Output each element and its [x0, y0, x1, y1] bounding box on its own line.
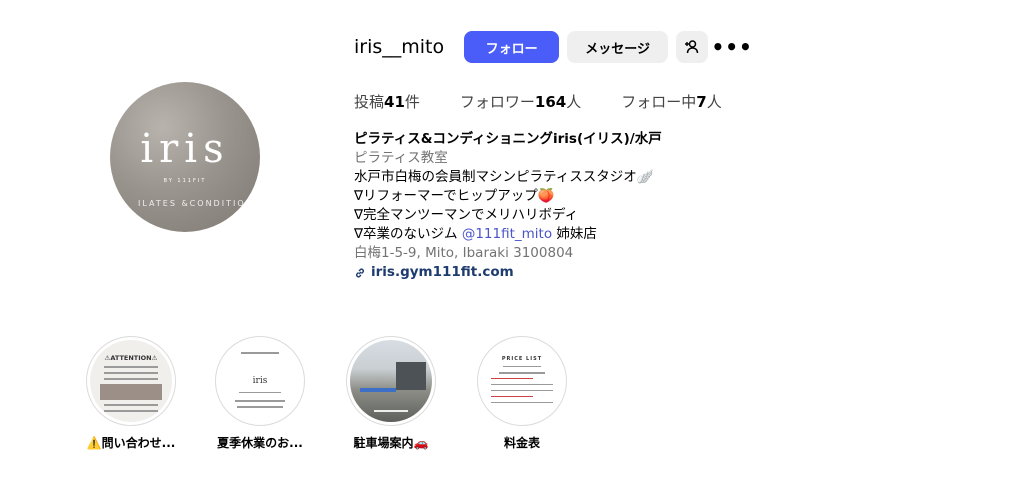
suggested-users-button[interactable]	[676, 31, 709, 63]
avatar-brand-text: iris	[140, 126, 230, 172]
followers-prefix: フォロワー	[459, 93, 535, 111]
bio-line-3: ∇完全マンツーマンでメリハリボディ	[354, 207, 579, 223]
highlight-label: 駐車場案内🚗	[353, 436, 429, 450]
highlight-cover: ⚠ATTENTION⚠	[90, 340, 172, 422]
highlight-cover-text: iris	[252, 376, 268, 386]
username: iris__mito	[354, 36, 445, 58]
followers-count: 164	[534, 93, 567, 111]
profile-avatar[interactable]: iris BY 111FIT ILATES &CONDITIONIN	[110, 82, 260, 232]
website-link-text: iris.gym111fit.com	[371, 264, 514, 280]
mention-link[interactable]: @111fit_mito	[462, 226, 552, 242]
highlight-cover: iris	[219, 340, 301, 422]
highlight-label: 夏季休業のお...	[217, 436, 303, 450]
add-person-icon	[685, 40, 699, 54]
highlight-item[interactable]: 駐車場案内🚗	[344, 336, 438, 451]
posts-count: 41	[384, 93, 405, 111]
highlight-cover-text: ⚠ATTENTION⚠	[104, 354, 158, 362]
highlight-cover-marker	[360, 388, 396, 392]
following-suffix: 人	[706, 93, 722, 111]
highlight-item[interactable]: iris 夏季休業のお...	[213, 336, 307, 451]
highlight-cover-photo	[100, 384, 162, 400]
bio-line-4-suffix: 姉妹店	[552, 226, 597, 242]
highlight-cover: PRICE LIST	[481, 340, 563, 422]
followers-stat[interactable]: フォロワー164人	[460, 91, 581, 112]
website-link[interactable]: iris.gym111fit.com	[354, 263, 662, 282]
highlight-ring	[346, 336, 436, 426]
follow-button[interactable]: フォロー	[464, 31, 560, 63]
profile-stats: 投稿41件 フォロワー164人 フォロー中7人	[354, 91, 762, 112]
bio-line-4: ∇卒業のないジム @111fit_mito 姉妹店	[354, 225, 662, 244]
bio-line-1: 水戸市白梅の会員制マシンピラティススタジオ🪽	[354, 169, 654, 185]
link-icon	[356, 268, 364, 277]
highlight-item[interactable]: PRICE LIST 料金表	[475, 336, 569, 451]
followers-suffix: 人	[566, 93, 582, 111]
more-options-icon[interactable]: •••	[711, 31, 751, 63]
highlight-ring: iris	[215, 336, 305, 426]
posts-suffix: 件	[404, 93, 420, 111]
message-button[interactable]: メッセージ	[567, 31, 669, 63]
highlight-ring: PRICE LIST	[477, 336, 567, 426]
profile-display-name: ピラティス&コンディショニングiris(イリス)/水戸	[354, 131, 662, 147]
posts-stat: 投稿41件	[354, 91, 420, 112]
profile-page: iris BY 111FIT ILATES &CONDITIONIN iris_…	[0, 0, 1024, 484]
profile-category: ピラティス教室	[354, 150, 448, 166]
following-prefix: フォロー中	[621, 93, 697, 111]
avatar-brand-line: ILATES &CONDITIONIN	[138, 199, 260, 208]
highlight-item[interactable]: ⚠ATTENTION⚠ ⚠️問い合わせ...	[84, 336, 178, 451]
avatar-brand-sub: BY 111FIT	[163, 178, 207, 184]
highlight-cover-text: PRICE LIST	[501, 356, 543, 362]
highlight-ring: ⚠ATTENTION⚠	[86, 336, 176, 426]
highlight-cover	[350, 340, 432, 422]
bio-line-4-prefix: ∇卒業のないジム	[354, 226, 462, 242]
posts-prefix: 投稿	[354, 93, 385, 111]
highlight-cover-photo	[396, 362, 426, 390]
following-stat[interactable]: フォロー中7人	[621, 91, 721, 112]
highlight-label: 料金表	[503, 436, 540, 450]
bio-line-2: ∇リフォーマーでヒップアップ🍑	[354, 188, 555, 204]
profile-bio: ピラティス&コンディショニングiris(イリス)/水戸 ピラティス教室 水戸市白…	[354, 130, 662, 282]
profile-header: iris__mito フォロー メッセージ •••	[354, 31, 752, 63]
profile-address[interactable]: 白梅1-5-9, Mito, Ibaraki 3100804	[354, 244, 662, 263]
following-count: 7	[696, 93, 707, 111]
highlight-label: ⚠️問い合わせ...	[86, 436, 176, 450]
